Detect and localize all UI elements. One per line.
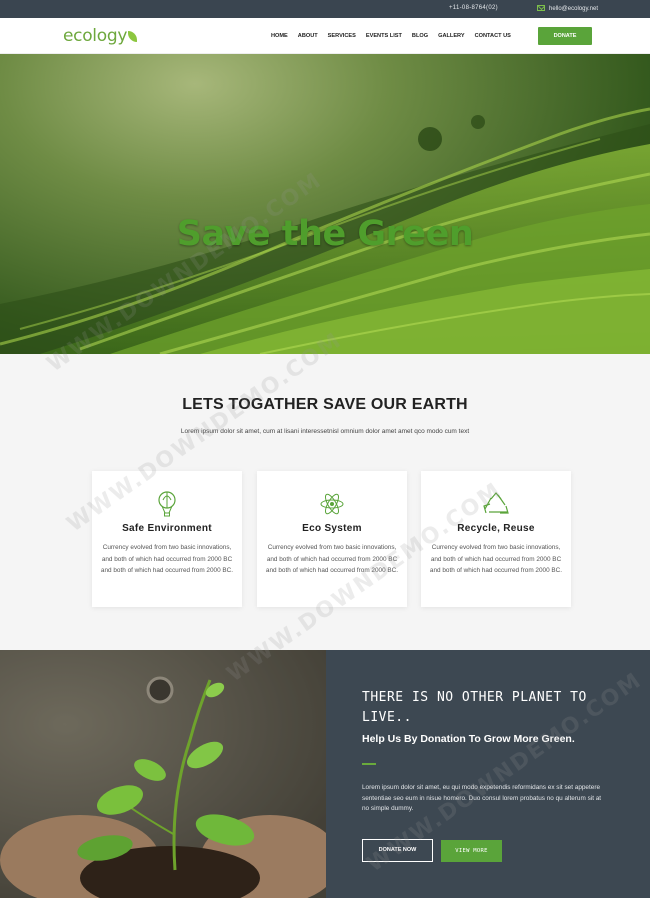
nav-item-blog[interactable]: BLOG <box>412 33 428 39</box>
donate-now-button[interactable]: DONATE NOW <box>362 839 433 862</box>
card-title: Safe Environment <box>122 523 212 534</box>
email-address: hello@ecology.net <box>549 6 599 12</box>
seedling-image <box>0 650 326 898</box>
card-title: Recycle, Reuse <box>457 523 535 534</box>
nav-item-contact-us[interactable]: CONTACT US <box>475 33 511 39</box>
hero-banner: Save the Green <box>0 54 650 354</box>
donation-title: THERE IS NO OTHER PLANET TO LIVE.. <box>362 690 587 725</box>
phone-number[interactable]: +11-08-8764(02) <box>449 5 498 11</box>
section-title: LETS TOGATHER SAVE OUR EARTH <box>182 396 468 413</box>
rice-terraces-image <box>0 107 650 354</box>
mail-icon <box>537 5 545 11</box>
logo-text: ecology <box>63 26 128 46</box>
nav-item-gallery[interactable]: GALLERY <box>438 33 465 39</box>
leaf-icon <box>128 31 138 42</box>
feature-card-recycle-reuse: Recycle, Reuse Currency evolved from two… <box>421 471 571 607</box>
donation-text: Lorem ipsum dolor sit amet, eu qui modo … <box>362 784 602 812</box>
main-navigation: ecology HOME ABOUT SERVICES EVENTS LIST … <box>0 18 650 54</box>
plant-in-hands-image <box>0 650 326 898</box>
card-text: Currency evolved from two basic innovati… <box>265 544 399 574</box>
donate-button[interactable]: DONATE <box>538 27 592 45</box>
atom-icon <box>320 493 344 515</box>
top-info-bar: +11-08-8764(02) hello@ecology.net <box>0 0 650 18</box>
card-title: Eco System <box>302 523 362 534</box>
card-text: Currency evolved from two basic innovati… <box>429 544 563 574</box>
nav-item-about[interactable]: ABOUT <box>298 33 318 39</box>
accent-divider <box>362 763 376 765</box>
feature-card-eco-system: Eco System Currency evolved from two bas… <box>257 471 407 607</box>
balloon-icon <box>158 491 176 517</box>
card-text: Currency evolved from two basic innovati… <box>100 544 234 574</box>
nav-item-events-list[interactable]: EVENTS LIST <box>366 33 402 39</box>
nav-item-home[interactable]: HOME <box>271 33 288 39</box>
recycle-icon <box>483 492 509 514</box>
email-contact[interactable]: hello@ecology.net <box>537 5 598 12</box>
nav-item-services[interactable]: SERVICES <box>328 33 356 39</box>
view-more-button[interactable]: VIEW MORE <box>441 840 502 862</box>
donation-subtitle: Help Us By Donation To Grow More Green. <box>362 733 575 745</box>
nav-menu: HOME ABOUT SERVICES EVENTS LIST BLOG GAL… <box>271 33 521 39</box>
hero-title: Save the Green <box>176 214 474 254</box>
section-subtitle: Lorem ipsum dolor sit amet, cum at lisan… <box>180 428 470 435</box>
feature-card-safe-environment: Safe Environment Currency evolved from t… <box>92 471 242 607</box>
site-logo[interactable]: ecology <box>63 26 138 46</box>
